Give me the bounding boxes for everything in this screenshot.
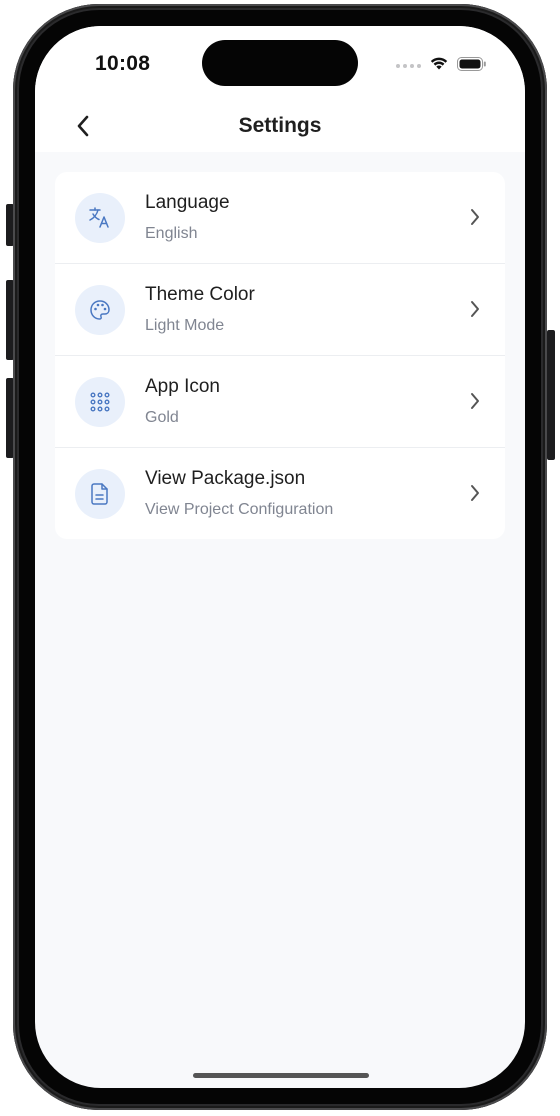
settings-item-subtitle: English	[145, 225, 198, 242]
settings-item-title: Theme Color	[145, 284, 255, 305]
palette-icon	[75, 285, 125, 335]
status-bar: 10:08	[35, 26, 525, 104]
chevron-right-icon	[467, 207, 483, 227]
status-icons	[396, 56, 487, 76]
settings-item-title: Language	[145, 192, 230, 213]
settings-item-subtitle: View Project Configuration	[145, 501, 334, 518]
status-time: 10:08	[95, 52, 151, 75]
chevron-right-icon	[467, 483, 483, 503]
document-icon	[75, 469, 125, 519]
translate-icon	[75, 193, 125, 243]
battery-icon	[457, 56, 487, 76]
settings-item-view-package-json[interactable]: View Package.json View Project Configura…	[55, 448, 505, 539]
navigation-header: Settings	[35, 104, 525, 152]
home-indicator[interactable]	[193, 1073, 369, 1078]
settings-list: Language English Theme Color Light Mode …	[55, 172, 505, 539]
grid-dots-icon	[75, 377, 125, 427]
chevron-right-icon	[467, 391, 483, 411]
settings-item-subtitle: Gold	[145, 409, 179, 426]
settings-item-subtitle: Light Mode	[145, 317, 225, 334]
settings-item-language[interactable]: Language English	[55, 172, 505, 264]
settings-item-theme-color[interactable]: Theme Color Light Mode	[55, 264, 505, 356]
dynamic-island	[202, 40, 358, 86]
settings-item-title: View Package.json	[145, 468, 306, 489]
chevron-right-icon	[467, 299, 483, 319]
device-stage: 10:08 Settings Language English Theme Co…	[0, 0, 560, 1116]
settings-item-app-icon[interactable]: App Icon Gold	[55, 356, 505, 448]
phone-frame: 10:08 Settings Language English Theme Co…	[13, 4, 547, 1110]
power-button	[547, 330, 555, 460]
cellular-signal-icon	[396, 64, 421, 68]
screen: 10:08 Settings Language English Theme Co…	[35, 26, 525, 1088]
wifi-icon	[429, 56, 449, 76]
settings-item-title: App Icon	[145, 376, 220, 397]
page-title: Settings	[238, 114, 322, 137]
